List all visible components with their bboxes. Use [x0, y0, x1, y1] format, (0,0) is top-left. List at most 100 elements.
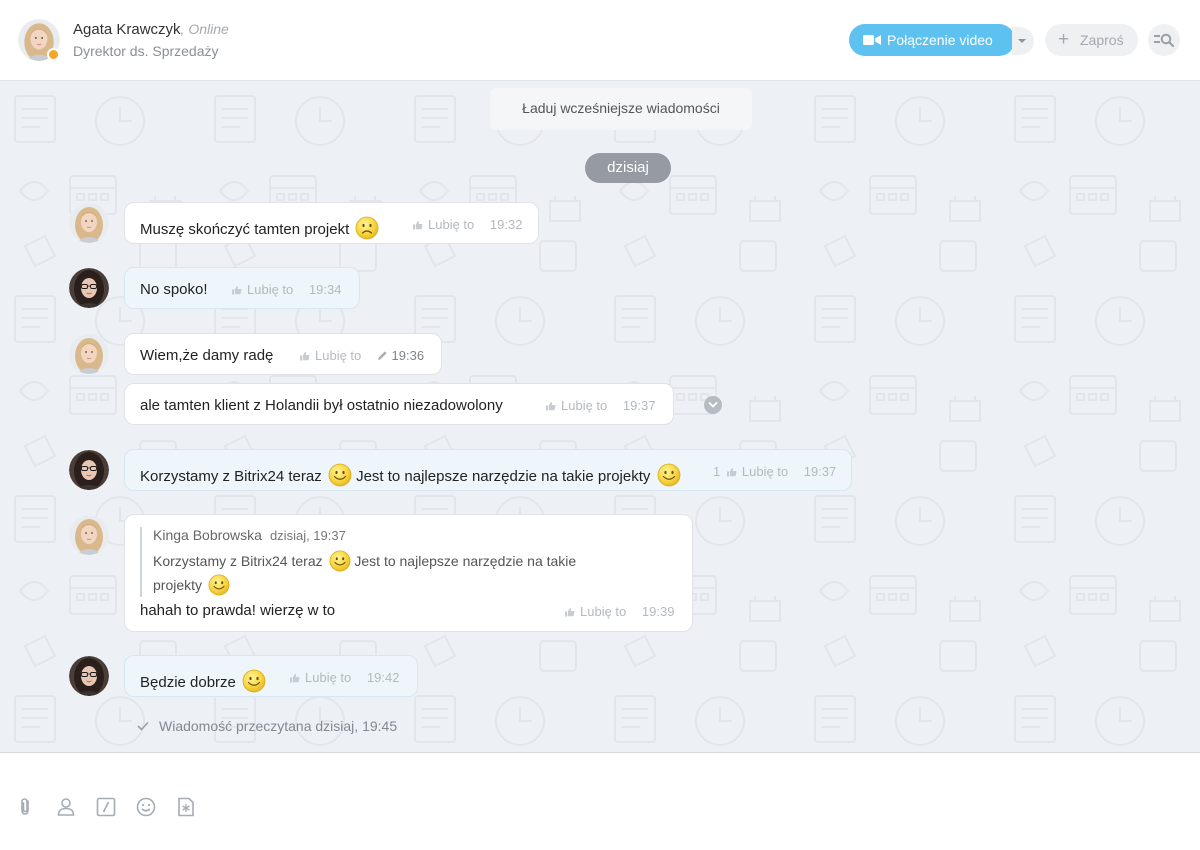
like-button[interactable]: Lubię to: [726, 464, 788, 479]
smile-emoji-icon: [328, 463, 352, 487]
smile-emoji-icon: [328, 550, 351, 572]
read-status-text: Wiadomość przeczytana dzisiaj, 19:45: [159, 718, 398, 734]
quote-text: projekty: [153, 577, 203, 593]
like-label: Lubię to: [741, 464, 789, 479]
status-away-indicator: [47, 48, 60, 61]
avatar[interactable]: [69, 515, 109, 555]
message-text-line: Korzystamy z Bitrix24 teraz Jest to najl…: [140, 463, 681, 487]
like-label: Lubię to: [561, 398, 608, 413]
thumbs-up-icon: [413, 221, 423, 230]
message-meta: Lubię to 19:34: [231, 282, 341, 297]
message-time: 19:42: [366, 670, 400, 685]
video-call-label: Połączenie video: [887, 32, 993, 48]
search-list-icon: [1154, 33, 1174, 48]
message-meta: Lubię to 19:42: [289, 670, 399, 685]
message-time: 19:34: [308, 282, 342, 297]
thumbs-up-icon: [565, 608, 575, 617]
paperclip-icon[interactable]: [15, 796, 37, 818]
avatar[interactable]: [69, 656, 109, 696]
message-text-line: Muszę skończyć tamten projekt: [140, 216, 380, 240]
like-button[interactable]: Lubię to: [412, 217, 474, 232]
message-bubble[interactable]: Będzie dobrze Lubię to 19:42: [124, 655, 418, 697]
chevron-down-icon: [708, 402, 718, 408]
message-text: hahah to prawda! wierzę w to: [140, 602, 336, 619]
read-receipt: Wiadomość przeczytana dzisiaj, 19:45: [137, 718, 397, 734]
smiley-icon[interactable]: [135, 796, 157, 818]
like-label: Lubię to: [580, 604, 627, 619]
load-earlier-button[interactable]: Ładuj wcześniejsze wiadomości: [490, 88, 752, 130]
smile-emoji-icon: [208, 574, 230, 596]
chat-history[interactable]: Ładuj wcześniejsze wiadomości dzisiaj Mu…: [0, 81, 1200, 752]
message-bubble[interactable]: ale tamten klient z Holandii był ostatni…: [124, 383, 674, 425]
message-text: Muszę skończyć tamten projekt: [140, 221, 350, 238]
message-bubble[interactable]: Kinga Bobrowska dzisiaj, 19:37 Korzystamy…: [124, 514, 693, 632]
check-icon: [137, 721, 149, 731]
command-icon[interactable]: [95, 796, 117, 818]
like-label: Lubię to: [247, 282, 294, 297]
message-text: No spoko!: [140, 281, 208, 298]
message-text: Wiem,że damy radę: [140, 347, 274, 364]
pencil-edited-icon: [377, 351, 387, 360]
quote-date: dzisiaj, 19:37: [269, 528, 346, 543]
search-history-button[interactable]: [1148, 24, 1180, 56]
avatar[interactable]: [69, 268, 109, 308]
message-meta: Lubię to 19:37: [545, 398, 655, 413]
quote-author-line: Kinga Bobrowska dzisiaj, 19:37: [153, 527, 346, 543]
video-camera-icon: [863, 35, 881, 45]
message-time: 19:37: [803, 464, 837, 479]
message-time: 19:32: [489, 217, 523, 232]
message-text-line: Będzie dobrze: [140, 669, 266, 693]
thumbs-up-icon: [546, 402, 556, 411]
message-text: Będzie dobrze: [140, 674, 236, 691]
message-bubble[interactable]: Muszę skończyć tamten projekt Lubię to 1…: [124, 202, 539, 244]
message-text: Korzystamy z Bitrix24 teraz: [140, 468, 322, 485]
avatar[interactable]: [69, 334, 109, 374]
like-button[interactable]: Lubię to: [299, 348, 361, 363]
like-button[interactable]: Lubię to: [545, 398, 607, 413]
like-button[interactable]: Lubię to: [564, 604, 626, 619]
contact-name[interactable]: Agata Krawczyk: [73, 21, 181, 38]
message-time: 19:36: [391, 348, 425, 363]
like-label: Lubię to: [428, 217, 475, 232]
like-button[interactable]: Lubię to: [231, 282, 293, 297]
smile-emoji-icon: [242, 669, 266, 693]
message-meta: Lubię to 19:36: [299, 348, 424, 363]
thumbs-up-icon: [300, 352, 310, 361]
invite-button[interactable]: + Zaproś: [1045, 24, 1138, 56]
contact-status: Online: [188, 21, 229, 37]
avatar[interactable]: [69, 203, 109, 243]
message-bubble[interactable]: Korzystamy z Bitrix24 teraz Jest to najl…: [124, 449, 852, 491]
message-meta: Lubię to 19:39: [564, 604, 674, 619]
user-icon[interactable]: [55, 796, 77, 818]
like-button[interactable]: Lubię to: [289, 670, 351, 685]
like-count: 1: [713, 464, 721, 479]
message-bubble[interactable]: Wiem,że damy radę Lubię to 19:36: [124, 333, 442, 375]
quote-text-line: Korzystamy z Bitrix24 teraz Jest to najl…: [153, 550, 576, 572]
contact-role: Dyrektor ds. Sprzedaży: [73, 43, 219, 59]
message-meta: 1 Lubię to 19:37: [713, 464, 836, 479]
message-menu-button[interactable]: [704, 396, 722, 414]
message-text: ale tamten klient z Holandii był ostatni…: [140, 397, 503, 414]
message-composer[interactable]: [0, 752, 1200, 850]
chevron-down-icon: [1018, 39, 1026, 43]
contact-name-line: Agata Krawczyk, Online: [73, 21, 229, 38]
snippet-icon[interactable]: [175, 796, 197, 818]
plus-icon: +: [1058, 29, 1070, 50]
quote-text: Korzystamy z Bitrix24 teraz: [153, 553, 323, 569]
message-meta: Lubię to 19:32: [412, 217, 522, 232]
sad-emoji-icon: [355, 216, 380, 240]
message-time: 19:39: [641, 604, 675, 619]
thumbs-up-icon: [726, 468, 737, 477]
quote-text-line: projekty: [153, 574, 230, 596]
quoted-message[interactable]: Kinga Bobrowska dzisiaj, 19:37 Korzystamy…: [140, 527, 660, 597]
video-call-dropdown[interactable]: [1012, 27, 1034, 55]
quote-author: Kinga Bobrowska: [153, 527, 262, 543]
avatar[interactable]: [69, 450, 109, 490]
message-text: Jest to najlepsze narzędzie na takie pro…: [356, 468, 651, 485]
like-label: Lubię to: [305, 670, 352, 685]
message-bubble[interactable]: No spoko! Lubię to 19:34: [124, 267, 360, 309]
video-call-button[interactable]: Połączenie video: [849, 24, 1015, 56]
message-time: 19:37: [622, 398, 656, 413]
chat-header: Agata Krawczyk, Online Dyrektor ds. Sprz…: [0, 0, 1200, 81]
invite-label: Zaproś: [1080, 32, 1124, 48]
